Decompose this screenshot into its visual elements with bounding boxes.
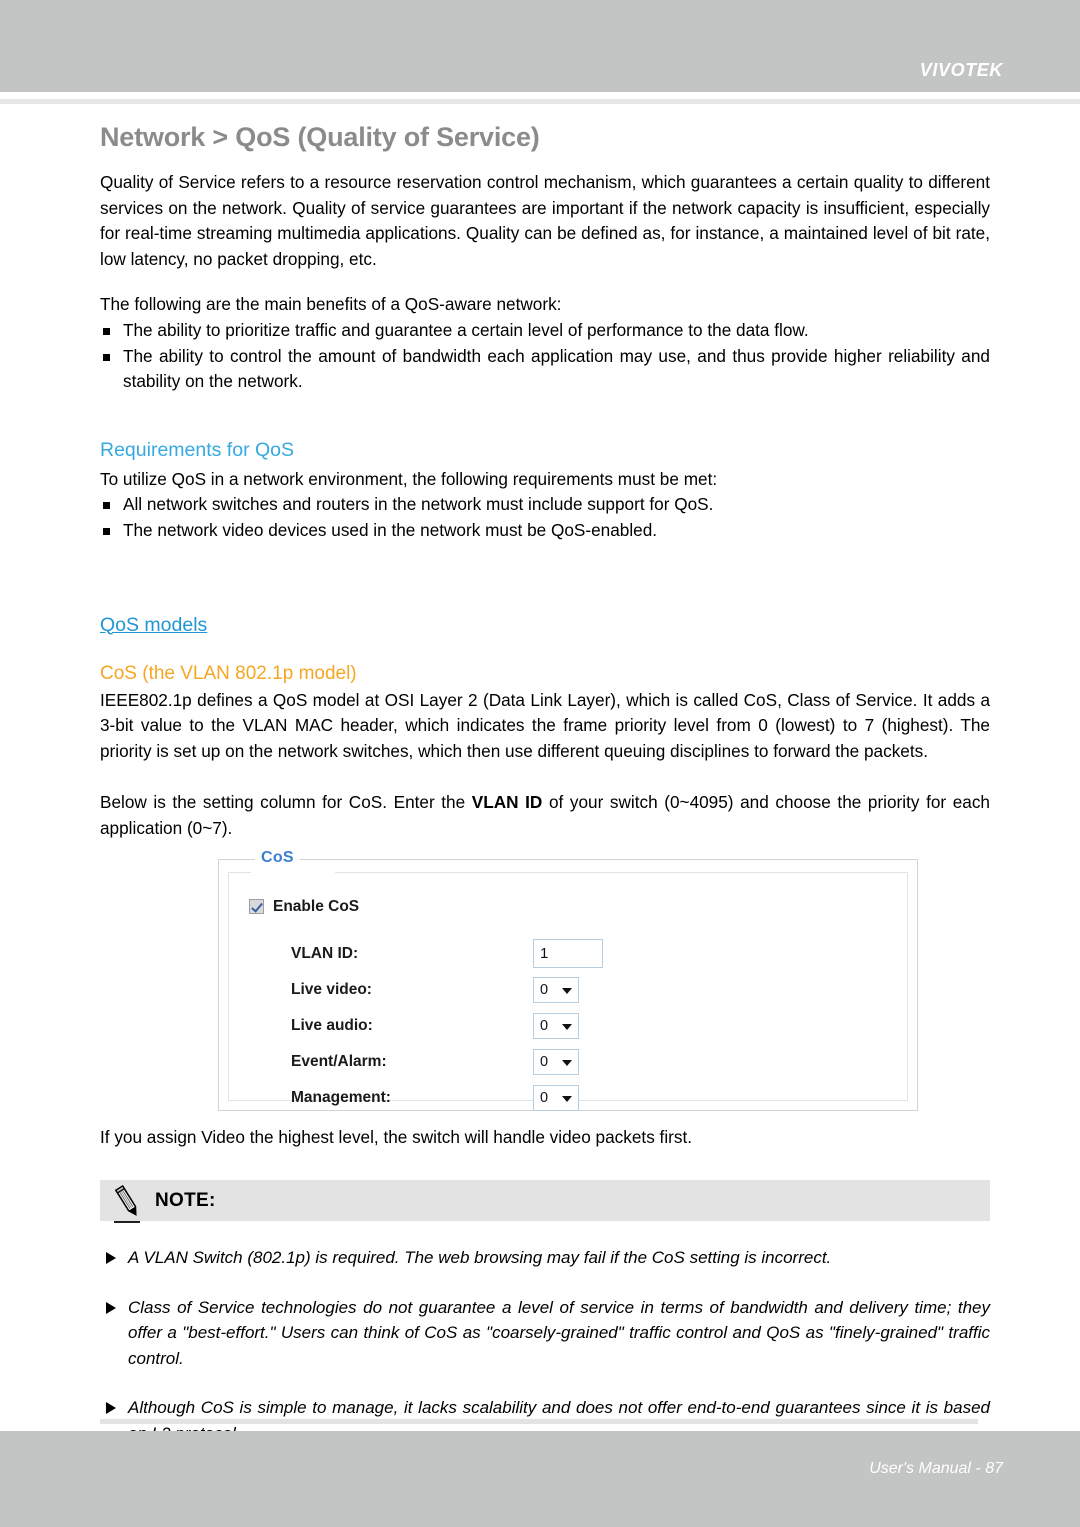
cos-fieldset-legend: CoS	[255, 848, 300, 867]
pencil-icon	[114, 1185, 140, 1223]
event-alarm-select[interactable]: 0	[533, 1048, 579, 1075]
cos-settings-rows: VLAN ID: 1 Live video: 0 Live audio: 0 E…	[291, 936, 851, 1116]
list-item: The ability to control the amount of ban…	[100, 344, 990, 395]
page-title: Network > QoS (Quality of Service)	[100, 122, 540, 152]
square-bullet-icon	[103, 502, 110, 510]
management-label: Management:	[291, 1088, 391, 1106]
triangle-bullet-icon	[106, 1252, 116, 1265]
intro-paragraph: Quality of Service refers to a resource …	[100, 172, 990, 269]
note-item-text: Class of Service technologies do not gua…	[128, 1297, 990, 1368]
enable-cos-label: Enable CoS	[273, 897, 360, 915]
list-item-text: The ability to control the amount of ban…	[123, 345, 990, 392]
event-alarm-select-value: 0	[540, 1053, 549, 1070]
vlan-id-input[interactable]: 1	[533, 939, 603, 968]
cos-model-heading: CoS (the VLAN 802.1p model)	[100, 662, 357, 684]
chevron-down-icon	[562, 1095, 572, 1102]
requirements-heading: Requirements for QoS	[100, 438, 295, 461]
benefits-lead: The following are the main benefits of a…	[100, 294, 562, 315]
note-banner: NOTE:	[100, 1180, 990, 1222]
enable-cos-checkbox[interactable]	[249, 899, 264, 914]
qos-models-heading: QoS models	[100, 613, 208, 636]
footer-page-label: User's Manual - 87	[869, 1460, 1003, 1477]
cos-settings-panel: CoS Enable CoS VLAN ID: 1 Live video: 0 …	[218, 848, 918, 1111]
header-divider-rule	[0, 99, 1080, 104]
live-video-select-value: 0	[540, 981, 549, 998]
live-video-label: Live video:	[291, 980, 372, 998]
triangle-bullet-icon	[106, 1301, 116, 1314]
page-content: Network > QoS (Quality of Service) Quali…	[100, 122, 990, 1446]
list-item: All network switches and routers in the …	[100, 492, 990, 518]
benefits-list: The ability to prioritize traffic and gu…	[100, 318, 990, 395]
note-item-text: A VLAN Switch (802.1p) is required. The …	[128, 1248, 832, 1268]
live-audio-select-value: 0	[540, 1017, 549, 1034]
setting-paragraph-part1: Below is the setting column for CoS. Ent…	[100, 792, 472, 813]
chevron-down-icon	[562, 987, 572, 994]
event-alarm-label: Event/Alarm:	[291, 1052, 387, 1070]
footer-divider-rule	[100, 1419, 978, 1424]
vlan-id-row: VLAN ID: 1	[291, 936, 851, 972]
management-select-value: 0	[540, 1089, 549, 1106]
page-header-bar	[0, 0, 1080, 92]
vivotek-logo: VIVOTEK	[919, 60, 1003, 80]
live-audio-label: Live audio:	[291, 1016, 373, 1034]
note-item: A VLAN Switch (802.1p) is required. The …	[100, 1245, 990, 1271]
management-row: Management: 0	[291, 1080, 851, 1116]
list-item-text: All network switches and routers in the …	[123, 494, 714, 515]
vlan-id-label: VLAN ID:	[291, 944, 359, 962]
live-audio-select[interactable]: 0	[533, 1012, 579, 1039]
requirements-list: All network switches and routers in the …	[100, 492, 990, 543]
page-footer-bar: User's Manual - 87	[0, 1431, 1080, 1527]
note-block: NOTE: A VLAN Switch (802.1p) is required…	[100, 1180, 990, 1446]
live-video-select[interactable]: 0	[533, 976, 579, 1003]
chevron-down-icon	[562, 1023, 572, 1030]
square-bullet-icon	[103, 327, 110, 335]
live-audio-row: Live audio: 0	[291, 1008, 851, 1044]
list-item-text: The ability to prioritize traffic and gu…	[123, 319, 809, 340]
triangle-bullet-icon	[106, 1402, 116, 1415]
live-video-row: Live video: 0	[291, 972, 851, 1008]
management-select[interactable]: 0	[533, 1084, 579, 1111]
setting-paragraph: Below is the setting column for CoS. Ent…	[100, 790, 990, 841]
note-list: A VLAN Switch (802.1p) is required. The …	[100, 1245, 990, 1446]
requirements-lead: To utilize QoS in a network environment,…	[100, 468, 718, 489]
list-item: The network video devices used in the ne…	[100, 518, 990, 544]
list-item-text: The network video devices used in the ne…	[123, 519, 658, 540]
note-title: NOTE:	[155, 1189, 216, 1211]
event-alarm-row: Event/Alarm: 0	[291, 1044, 851, 1080]
vlan-id-emphasis: VLAN ID	[471, 792, 543, 813]
list-item: The ability to prioritize traffic and gu…	[100, 318, 990, 344]
note-item: Class of Service technologies do not gua…	[100, 1295, 990, 1372]
square-bullet-icon	[103, 527, 110, 535]
enable-cos-row[interactable]: Enable CoS	[249, 898, 359, 916]
square-bullet-icon	[103, 353, 110, 361]
chevron-down-icon	[562, 1059, 572, 1066]
after-panel-paragraph: If you assign Video the highest level, t…	[100, 1126, 693, 1147]
cos-paragraph: IEEE802.1p defines a QoS model at OSI La…	[100, 689, 990, 761]
